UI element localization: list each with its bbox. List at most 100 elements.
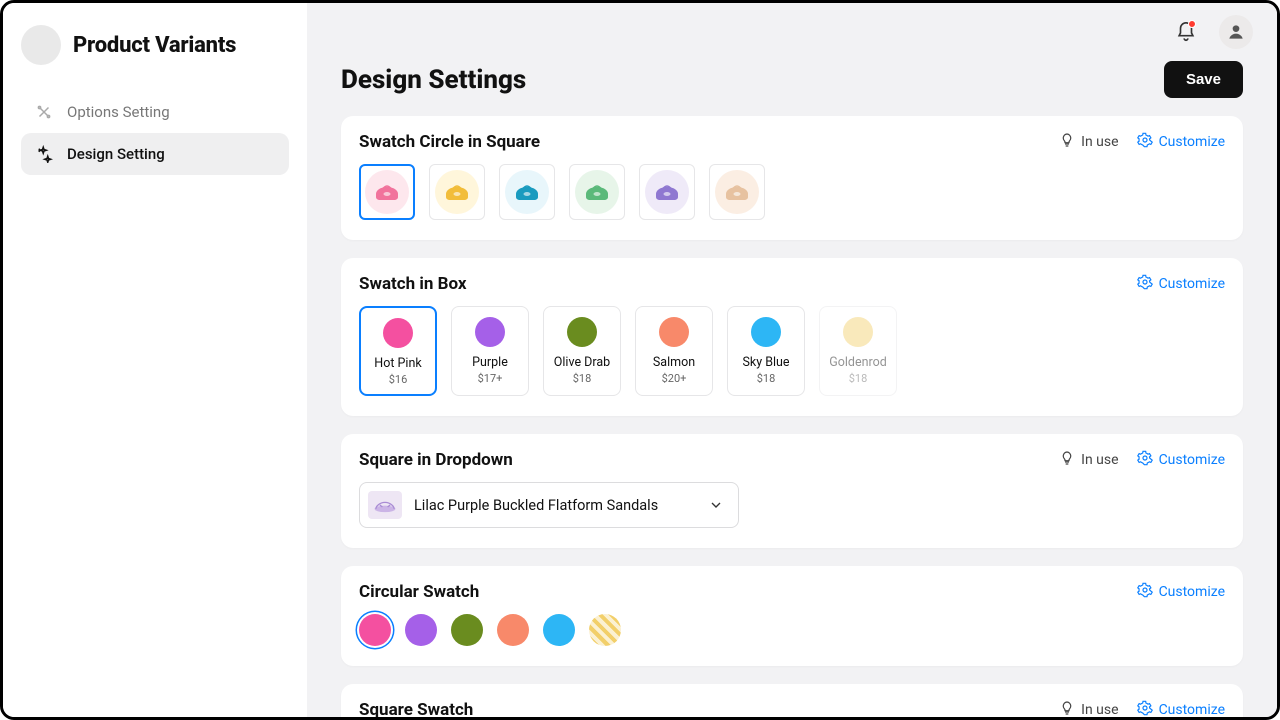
swatch-tile[interactable] xyxy=(569,164,625,220)
swatch-price: $18 xyxy=(824,372,892,385)
notification-dot-icon xyxy=(1188,20,1196,28)
swatch-price: $18 xyxy=(732,372,800,385)
variant-dropdown[interactable]: Lilac Purple Buckled Flatform Sandals xyxy=(359,482,739,528)
lightbulb-icon xyxy=(1059,700,1075,717)
in-use-label: In use xyxy=(1081,134,1118,150)
lightbulb-icon xyxy=(1059,450,1075,470)
customize-label: Customize xyxy=(1159,452,1225,468)
customize-button[interactable]: Customize xyxy=(1137,700,1225,717)
section-title: Swatch in Box xyxy=(359,274,467,294)
customize-label: Customize xyxy=(1159,276,1225,292)
lightbulb-icon xyxy=(1059,132,1075,152)
bag-icon xyxy=(442,180,472,204)
swatch-price: $17+ xyxy=(456,372,524,385)
swatch-box[interactable]: Hot Pink $16 xyxy=(359,306,437,396)
swatch-box[interactable]: Sky Blue $18 xyxy=(727,306,805,396)
swatch-name: Purple xyxy=(456,355,524,370)
color-dot xyxy=(659,317,689,347)
section-title: Square Swatch xyxy=(359,700,473,717)
color-dot xyxy=(751,317,781,347)
swatch-name: Hot Pink xyxy=(365,356,431,371)
customize-label: Customize xyxy=(1159,702,1225,717)
section-swatch-in-box: Swatch in Box Customize Hot Pink $16 Purpl… xyxy=(341,258,1243,416)
swatch-tile[interactable] xyxy=(359,164,415,220)
swatch-box[interactable]: Olive Drab $18 xyxy=(543,306,621,396)
section-title: Square in Dropdown xyxy=(359,450,513,470)
gear-icon xyxy=(1137,450,1153,470)
sidebar-item-options-setting[interactable]: Options Setting xyxy=(21,91,289,133)
swatch-background xyxy=(645,170,689,214)
swatch-tile[interactable] xyxy=(429,164,485,220)
bag-icon xyxy=(652,180,682,204)
circular-swatch[interactable] xyxy=(359,614,391,646)
swatch-tile[interactable] xyxy=(639,164,695,220)
bag-icon xyxy=(582,180,612,204)
section-square-in-dropdown: Square in Dropdown In use Customize L xyxy=(341,434,1243,548)
bag-icon xyxy=(512,180,542,204)
color-dot xyxy=(567,317,597,347)
circular-swatch[interactable] xyxy=(405,614,437,646)
swatch-box[interactable]: Salmon $20+ xyxy=(635,306,713,396)
swatch-price: $20+ xyxy=(640,372,708,385)
swatch-background xyxy=(575,170,619,214)
notifications-button[interactable] xyxy=(1175,21,1197,43)
customize-label: Customize xyxy=(1159,584,1225,600)
in-use-badge: In use xyxy=(1059,700,1118,717)
page-title: Design Settings xyxy=(341,65,526,95)
swatch-name: Salmon xyxy=(640,355,708,370)
swatch-tile[interactable] xyxy=(499,164,555,220)
swatch-name: Olive Drab xyxy=(548,355,616,370)
dropdown-thumbnail xyxy=(368,491,402,519)
section-title: Circular Swatch xyxy=(359,582,479,602)
brand-avatar xyxy=(21,25,61,65)
customize-button[interactable]: Customize xyxy=(1137,450,1225,470)
tools-icon xyxy=(35,103,53,121)
customize-button[interactable]: Customize xyxy=(1137,274,1225,294)
in-use-badge: In use xyxy=(1059,450,1118,470)
section-circular-swatch: Circular Swatch Customize xyxy=(341,566,1243,666)
color-dot xyxy=(383,318,413,348)
in-use-badge: In use xyxy=(1059,132,1118,152)
section-title: Swatch Circle in Square xyxy=(359,132,540,152)
circular-swatch[interactable] xyxy=(589,614,621,646)
user-avatar[interactable] xyxy=(1219,15,1253,49)
swatch-price: $18 xyxy=(548,372,616,385)
sidebar-item-label: Design Setting xyxy=(67,145,165,163)
circular-swatch[interactable] xyxy=(497,614,529,646)
customize-button[interactable]: Customize xyxy=(1137,582,1225,602)
sidebar-item-design-setting[interactable]: Design Setting xyxy=(21,133,289,175)
save-button[interactable]: Save xyxy=(1164,61,1243,98)
gear-icon xyxy=(1137,582,1153,602)
color-dot xyxy=(475,317,505,347)
customize-label: Customize xyxy=(1159,134,1225,150)
color-dot xyxy=(843,317,873,347)
circular-swatch[interactable] xyxy=(451,614,483,646)
swatch-name: Sky Blue xyxy=(732,355,800,370)
sparkles-icon xyxy=(35,145,53,163)
gear-icon xyxy=(1137,274,1153,294)
swatch-price: $16 xyxy=(365,373,431,386)
gear-icon xyxy=(1137,700,1153,717)
swatch-tile[interactable] xyxy=(709,164,765,220)
brand-title: Product Variants xyxy=(73,33,236,58)
swatch-box[interactable]: Purple $17+ xyxy=(451,306,529,396)
swatch-background xyxy=(505,170,549,214)
chevron-down-icon xyxy=(708,497,724,513)
bag-icon xyxy=(722,180,752,204)
swatch-name: Goldenrod xyxy=(824,355,892,370)
dropdown-selected-label: Lilac Purple Buckled Flatform Sandals xyxy=(414,497,696,514)
sidebar-item-label: Options Setting xyxy=(67,103,170,121)
swatch-background xyxy=(365,170,409,214)
section-square-swatch: Square Swatch In use Customize xyxy=(341,684,1243,717)
swatch-background xyxy=(435,170,479,214)
in-use-label: In use xyxy=(1081,452,1118,468)
in-use-label: In use xyxy=(1081,702,1118,717)
gear-icon xyxy=(1137,132,1153,152)
swatch-box[interactable]: Goldenrod $18 xyxy=(819,306,897,396)
bag-icon xyxy=(372,180,402,204)
circular-swatch[interactable] xyxy=(543,614,575,646)
brand: Product Variants xyxy=(21,25,289,65)
swatch-background xyxy=(715,170,759,214)
customize-button[interactable]: Customize xyxy=(1137,132,1225,152)
section-swatch-circle-in-square: Swatch Circle in Square In use Customize xyxy=(341,116,1243,240)
